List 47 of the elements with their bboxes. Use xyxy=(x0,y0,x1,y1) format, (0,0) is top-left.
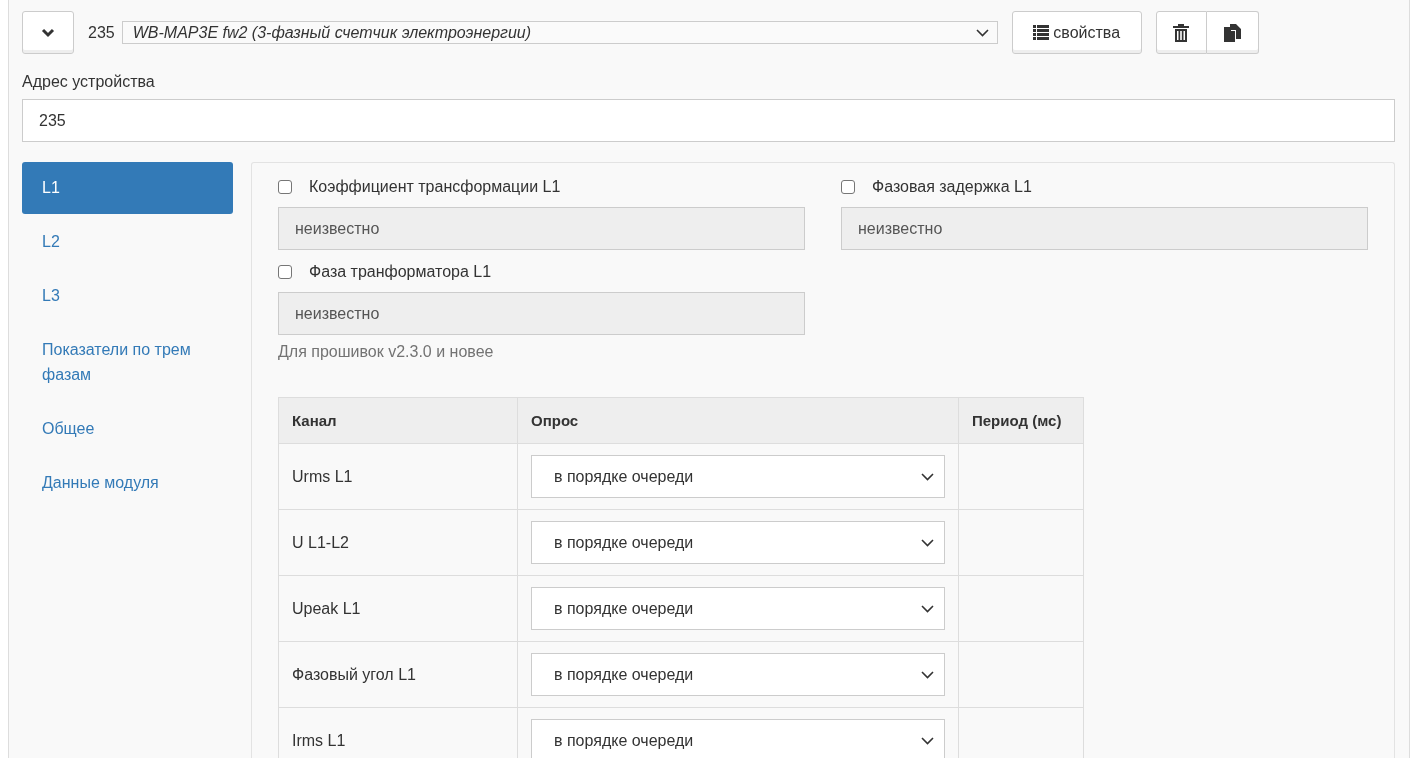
channel-cell: Upeak L1 xyxy=(278,575,518,642)
device-type-select[interactable]: WB-MAP3E fw2 (3-фазный счетчик электроэнергии) xyxy=(121,21,998,44)
column-header: Опрос xyxy=(517,397,959,444)
chevron-down-icon xyxy=(921,736,934,745)
checkbox[interactable] xyxy=(278,180,292,194)
properties-button[interactable]: свойства xyxy=(1011,11,1142,54)
copy-button[interactable] xyxy=(1206,11,1259,54)
list-icon xyxy=(1033,25,1050,40)
chevron-down-icon xyxy=(921,472,934,481)
device-number: 235 xyxy=(88,23,115,42)
field-note: Для прошивок v2.3.0 и новее xyxy=(278,343,495,361)
address-label: Адрес устройства xyxy=(22,72,156,92)
poll-select[interactable]: в порядке очереди xyxy=(531,521,945,564)
readonly-field: неизвестно xyxy=(278,207,805,250)
readonly-field: неизвестно xyxy=(841,207,1368,250)
collapse-button[interactable] xyxy=(22,11,74,54)
chevron-down-icon xyxy=(921,604,934,613)
side-tab[interactable]: L2 xyxy=(22,216,233,268)
poll-select[interactable]: в порядке очереди xyxy=(531,587,945,630)
side-tab[interactable]: Данные модуля xyxy=(22,457,233,509)
poll-select[interactable]: в порядке очереди xyxy=(531,653,945,696)
checkbox[interactable] xyxy=(841,180,855,194)
field-label: Фазовая задержка L1 xyxy=(872,178,1032,196)
channel-cell: Urms L1 xyxy=(278,443,518,510)
chevron-down-icon xyxy=(975,28,989,37)
channel-cell: Irms L1 xyxy=(278,707,518,758)
side-tab[interactable]: L1 xyxy=(22,162,233,214)
chevron-down-icon xyxy=(921,670,934,679)
side-tab[interactable]: L3 xyxy=(22,270,233,322)
readonly-field: неизвестно xyxy=(278,292,805,335)
address-input[interactable]: 235 xyxy=(22,99,1395,142)
side-tab[interactable]: Общее xyxy=(22,403,233,455)
channel-cell: Фазовый угол L1 xyxy=(278,641,518,708)
side-tab[interactable]: Показатели по трем фазам xyxy=(22,324,233,401)
poll-select[interactable]: в порядке очереди xyxy=(531,455,945,498)
delete-button[interactable] xyxy=(1155,11,1207,54)
trash-icon xyxy=(1173,23,1190,42)
chevron-down-icon xyxy=(921,538,934,547)
column-header: Период (мс) xyxy=(958,397,1084,444)
channel-cell: U L1-L2 xyxy=(278,509,518,576)
field-label: Фаза транформатора L1 xyxy=(309,263,492,281)
field-label: Коэффициент трансформации L1 xyxy=(309,178,561,196)
column-header: Канал xyxy=(278,397,518,444)
chevron-down-icon xyxy=(41,27,55,38)
poll-select[interactable]: в порядке очереди xyxy=(531,719,945,758)
checkbox[interactable] xyxy=(278,265,292,279)
copy-icon xyxy=(1223,23,1241,42)
